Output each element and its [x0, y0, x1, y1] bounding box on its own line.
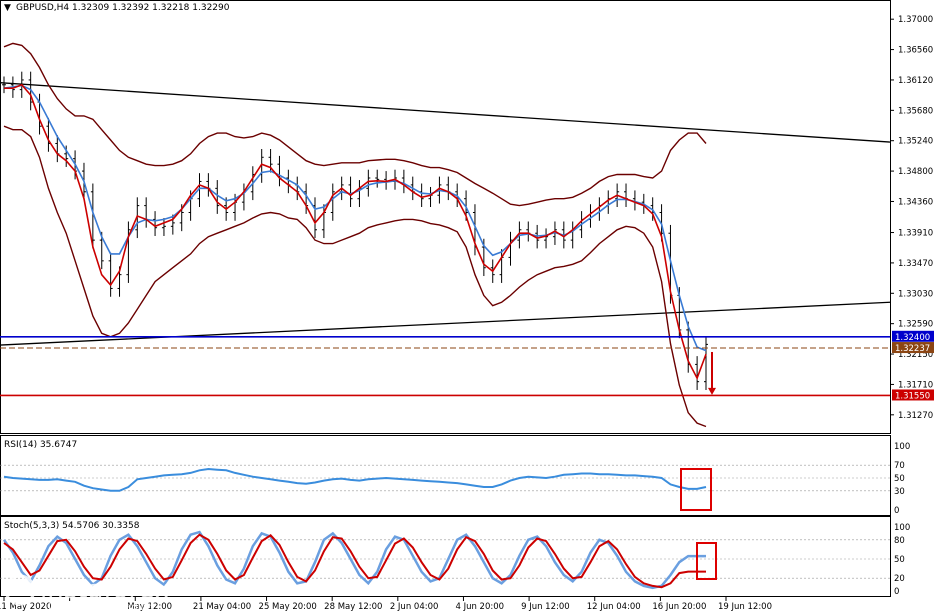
time-tick-label: 21 May 04:00: [193, 602, 251, 612]
time-tick-label: 25 May 20:00: [259, 602, 317, 612]
price-axis: 1.37000 1.36560 1.36120 1.35680 1.35240 1.348…: [890, 15, 933, 421]
time-tick-label: 2 Jun 04:00: [390, 602, 439, 612]
symbol-header: GBPUSD,H4 1.32309 1.32392 1.32218 1.3229…: [16, 3, 230, 13]
price-tick-label: 1.33910: [898, 229, 933, 239]
stoch-tick-label: 80: [894, 536, 905, 546]
price-tick-label: 1.33470: [898, 259, 933, 269]
watermark-brand: instaforex: [40, 575, 169, 605]
time-tick-label: 12 Jun 04:00: [587, 602, 641, 612]
price-tick-label: 1.34800: [898, 167, 933, 177]
rsi-tick-label: 50: [894, 474, 905, 484]
stoch-tick-label: 0: [894, 587, 899, 597]
rsi-tick-label: 100: [894, 442, 910, 452]
support-price-label: 1.31550: [895, 391, 930, 401]
rsi-header: RSI(14) 35.6747: [4, 440, 77, 450]
price-tick-label: 1.36560: [898, 46, 933, 56]
time-tick-label: 16 Jun 20:00: [652, 602, 706, 612]
rsi-panel-frame: [0, 435, 891, 516]
current-price-label: 1.32237: [895, 344, 930, 354]
price-tick-label: 1.31270: [898, 411, 933, 421]
stoch-tick-label: 50: [894, 555, 905, 565]
chart-canvas: 1.37000 1.36560 1.36120 1.35680 1.35240 1.348…: [0, 0, 934, 613]
price-tick-label: 1.35240: [898, 137, 933, 147]
stoch-tick-label: 20: [894, 574, 905, 584]
level-tags: 1.324001.32237 1.31550: [892, 330, 934, 401]
time-tick-label: 9 Jun 12:00: [521, 602, 570, 612]
watermark-tagline: Instant Forex Trading: [48, 602, 153, 613]
price-tick-label: 1.36120: [898, 76, 933, 86]
rsi-tick-label: 0: [894, 506, 899, 516]
price-tick-label: 1.31710: [898, 380, 933, 390]
stoch-header: Stoch(5,3,3) 54.5706 30.3358: [4, 521, 140, 531]
stoch-tick-label: 100: [894, 523, 910, 533]
time-tick-label: 4 Jun 20:00: [455, 602, 504, 612]
price-tick-label: 1.37000: [898, 15, 933, 25]
time-tick-label: 28 May 12:00: [324, 602, 382, 612]
price-tick-label: 1.33030: [898, 289, 933, 299]
price-header-icon: ▼: [4, 3, 11, 13]
rsi-tick-label: 30: [894, 487, 905, 497]
price-tick-label: 1.32590: [898, 320, 933, 330]
price-tick-label: 1.35680: [898, 106, 933, 116]
time-tick-label: 19 Jun 12:00: [718, 602, 772, 612]
rsi-tick-label: 70: [894, 461, 905, 471]
price-tick-label: 1.34360: [898, 197, 933, 207]
resistance-price-label: 1.32400: [895, 333, 930, 343]
price-panel-frame: [0, 0, 891, 434]
